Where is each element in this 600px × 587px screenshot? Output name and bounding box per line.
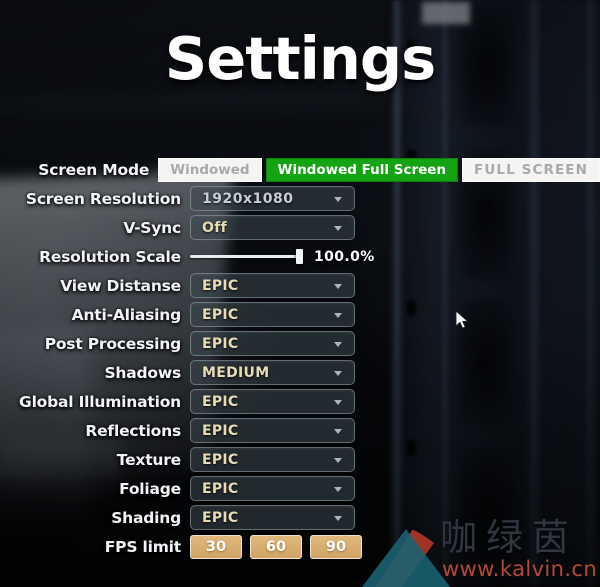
shadows-dropdown[interactable]: MEDIUM [190, 360, 355, 385]
fps-limit-option-60[interactable]: 60 [250, 534, 302, 559]
vsync-control[interactable]: Off [190, 215, 355, 240]
shadows-value: MEDIUM [202, 364, 270, 381]
global-illumination-control[interactable]: EPIC [190, 389, 355, 414]
resolution-scale-slider[interactable] [190, 249, 303, 264]
texture-control[interactable]: EPIC [190, 447, 355, 472]
screen-resolution-control[interactable]: 1920x1080 [190, 186, 355, 211]
anti-aliasing-value: EPIC [202, 306, 239, 323]
quality-settings-group: View Distanse EPIC Anti-Aliasing EPIC Post P… [0, 271, 600, 532]
setting-row-vsync: V-Sync Off [0, 213, 600, 242]
setting-row-shadows: Shadows MEDIUM [0, 358, 600, 387]
watermark: 咖绿茵 www.kalvin.cn [330, 495, 600, 587]
setting-label-shading: Shading [111, 508, 181, 527]
setting-label-post-processing: Post Processing [44, 334, 181, 353]
mouse-cursor-icon [455, 310, 469, 329]
resolution-scale-control[interactable]: 100.0% [190, 249, 375, 265]
texture-value: EPIC [202, 451, 239, 468]
anti-aliasing-control[interactable]: EPIC [190, 302, 355, 327]
setting-row-post-processing: Post Processing EPIC [0, 329, 600, 358]
post-processing-value: EPIC [202, 335, 239, 352]
screen-resolution-dropdown[interactable]: 1920x1080 [190, 186, 355, 211]
setting-row-anti-aliasing: Anti-Aliasing EPIC [0, 300, 600, 329]
watermark-url: www.kalvin.cn [442, 557, 598, 581]
setting-label-vsync: V-Sync [123, 218, 181, 237]
setting-label-resolution-scale: Resolution Scale [39, 247, 181, 266]
vsync-dropdown[interactable]: Off [190, 215, 355, 240]
setting-row-texture: Texture EPIC [0, 445, 600, 474]
game-settings-screen: Settings Screen Mode Windowed Windowed F… [0, 0, 600, 587]
watermark-brand: 咖绿茵 [440, 516, 578, 559]
chevron-down-icon [334, 457, 342, 463]
view-distanse-value: EPIC [202, 277, 239, 294]
chevron-down-icon [334, 283, 342, 289]
setting-row-resolution-scale: Resolution Scale 100.0% [0, 242, 600, 271]
global-illumination-value: EPIC [202, 393, 239, 410]
chevron-down-icon [334, 428, 342, 434]
screen-mode-option-windowed-full-screen[interactable]: Windowed Full Screen [265, 157, 459, 182]
setting-label-global-illumination: Global Illumination [19, 392, 181, 411]
screen-mode-option-windowed[interactable]: Windowed [158, 157, 262, 182]
chevron-down-icon [334, 399, 342, 405]
setting-row-screen-resolution: Screen Resolution 1920x1080 [0, 184, 600, 213]
setting-label-foliage: Foliage [119, 479, 181, 498]
slider-handle[interactable] [296, 249, 303, 264]
setting-row-screen-mode: Screen Mode Windowed Windowed Full Scree… [0, 155, 600, 184]
setting-row-reflections: Reflections EPIC [0, 416, 600, 445]
setting-label-anti-aliasing: Anti-Aliasing [71, 305, 182, 324]
setting-row-view-distanse: View Distanse EPIC [0, 271, 600, 300]
screen-mode-option-full-screen[interactable]: FULL SCREEN [462, 157, 600, 182]
anti-aliasing-dropdown[interactable]: EPIC [190, 302, 355, 327]
chevron-down-icon [334, 341, 342, 347]
screen-mode-segmented-control[interactable]: Windowed Windowed Full Screen FULL SCREE… [158, 157, 600, 182]
view-distanse-control[interactable]: EPIC [190, 273, 355, 298]
fps-limit-option-30[interactable]: 30 [190, 534, 242, 559]
reflections-control[interactable]: EPIC [190, 418, 355, 443]
foliage-value: EPIC [202, 480, 239, 497]
resolution-scale-value: 100.0% [314, 248, 375, 265]
setting-label-fps-limit: FPS limit [104, 537, 181, 556]
chevron-down-icon [334, 225, 342, 231]
page-title: Settings [164, 24, 437, 93]
chevron-down-icon [334, 370, 342, 376]
shading-value: EPIC [202, 509, 239, 526]
post-processing-control[interactable]: EPIC [190, 331, 355, 356]
shadows-control[interactable]: MEDIUM [190, 360, 355, 385]
chevron-down-icon [334, 486, 342, 492]
reflections-dropdown[interactable]: EPIC [190, 418, 355, 443]
texture-dropdown[interactable]: EPIC [190, 447, 355, 472]
global-illumination-dropdown[interactable]: EPIC [190, 389, 355, 414]
watermark-triangle-icon [362, 529, 450, 587]
screen-resolution-value: 1920x1080 [202, 190, 294, 207]
setting-label-reflections: Reflections [85, 421, 181, 440]
setting-label-screen-resolution: Screen Resolution [25, 189, 181, 208]
post-processing-dropdown[interactable]: EPIC [190, 331, 355, 356]
setting-label-view-distanse: View Distanse [60, 276, 181, 295]
setting-row-global-illumination: Global Illumination EPIC [0, 387, 600, 416]
vsync-value: Off [202, 219, 227, 236]
setting-label-screen-mode: Screen Mode [38, 160, 150, 179]
chevron-down-icon [334, 196, 342, 202]
reflections-value: EPIC [202, 422, 239, 439]
chevron-down-icon [334, 312, 342, 318]
setting-label-texture: Texture [116, 450, 181, 469]
view-distanse-dropdown[interactable]: EPIC [190, 273, 355, 298]
setting-label-shadows: Shadows [104, 363, 181, 382]
